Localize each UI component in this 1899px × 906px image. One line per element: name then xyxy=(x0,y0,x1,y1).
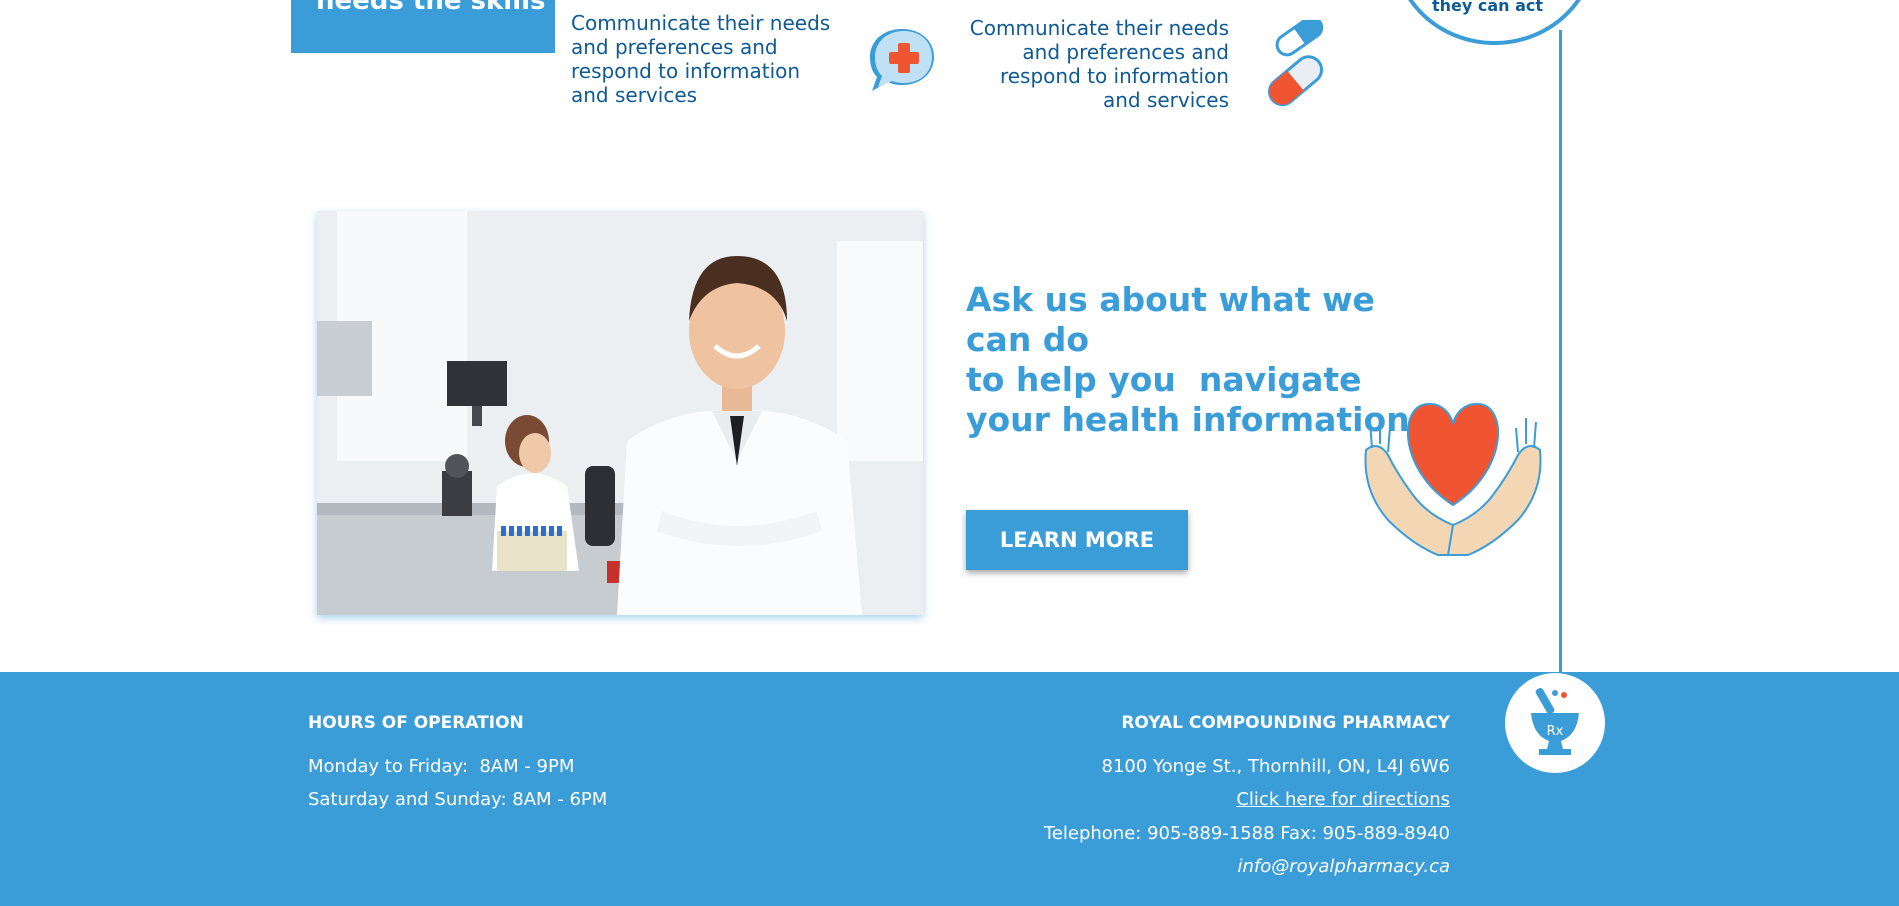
heart-in-hands-icon xyxy=(1364,402,1542,556)
learn-more-button[interactable]: LEARN MORE xyxy=(966,510,1188,570)
headline-line-1: Ask us about what we can do xyxy=(966,280,1375,359)
directions-link[interactable]: Click here for directions xyxy=(1236,789,1450,810)
pharmacist-lab-photo xyxy=(317,211,923,615)
pharmacy-name: ROYAL COMPOUNDING PHARMACY xyxy=(1121,713,1450,733)
rx-logo-circle: Rx xyxy=(1505,673,1605,773)
communicate-item-right: Communicate their needs and preferences … xyxy=(969,16,1229,112)
hours-weekend: Saturday and Sunday: 8AM - 6PM xyxy=(308,789,608,810)
pharmacy-address: 8100 Yonge St., Thornhill, ON, L4J 6W6 xyxy=(1101,756,1450,777)
skills-intro-box: needs the skills to: xyxy=(291,0,555,53)
top-right-circle: they can act xyxy=(1392,0,1597,45)
email-link[interactable]: info@royalpharmacy.ca xyxy=(1238,856,1450,877)
footer xyxy=(0,672,1899,906)
capsule-pills-icon xyxy=(1268,20,1324,107)
communicate-item-left: Communicate their needs and preferences … xyxy=(571,11,831,107)
medical-cross-chat-icon xyxy=(870,29,934,91)
mortar-pestle-rx-icon: Rx xyxy=(1531,687,1579,755)
vertical-divider-line xyxy=(1559,30,1562,675)
circle-text: they can act xyxy=(1432,0,1544,15)
headline-line-2: to help you navigate xyxy=(966,360,1362,399)
rx-label: Rx xyxy=(1547,724,1564,739)
skills-intro-text: needs the skills to: xyxy=(316,0,555,16)
pharmacist-lab-illustration xyxy=(317,211,923,615)
hours-title: HOURS OF OPERATION xyxy=(308,713,524,733)
phone-fax: Telephone: 905-889-1588 Fax: 905-889-894… xyxy=(1043,823,1450,844)
hours-weekday: Monday to Friday: 8AM - 9PM xyxy=(308,756,575,777)
